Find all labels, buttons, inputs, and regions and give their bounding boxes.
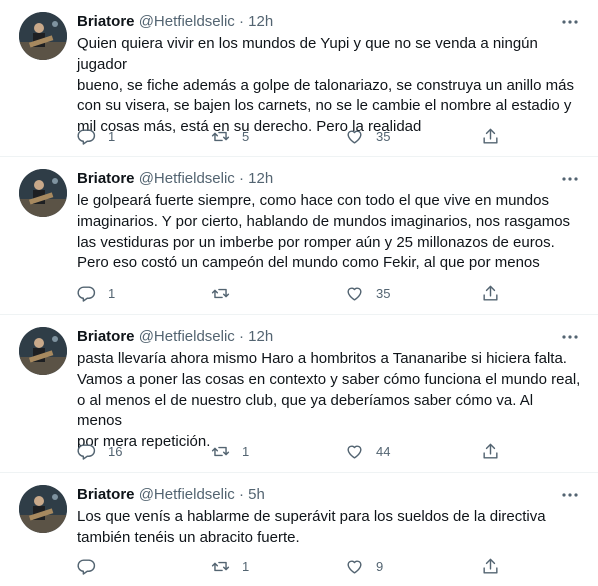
tweet[interactable]: Briatore @Hetfieldselic · 12h le golpear… xyxy=(0,157,598,315)
tweet[interactable]: Briatore @Hetfieldselic · 12h Quien quie… xyxy=(0,0,598,157)
like-button[interactable]: 35 xyxy=(345,283,390,303)
heart-icon xyxy=(347,445,362,459)
like-count: 9 xyxy=(376,558,384,574)
separator: · xyxy=(238,13,244,30)
tweet-text: Los que venís a hablarme de superávit pa… xyxy=(77,508,546,546)
share-icon xyxy=(483,443,498,459)
tweet[interactable]: Briatore @Hetfieldselic · 5h Los que ven… xyxy=(0,473,598,586)
tweet[interactable]: Briatore @Hetfieldselic · 12h pasta llev… xyxy=(0,315,598,473)
like-button[interactable]: 35 xyxy=(345,126,390,146)
share-icon xyxy=(483,285,498,301)
tweet-actions: 1 5 35 xyxy=(77,126,507,146)
timestamp[interactable]: 12h xyxy=(248,328,273,345)
separator: · xyxy=(238,170,244,187)
timestamp[interactable]: 12h xyxy=(248,170,273,187)
more-icon[interactable] xyxy=(560,169,580,189)
retweet-icon xyxy=(211,446,230,456)
author-name[interactable]: Briatore xyxy=(77,486,135,503)
author-handle[interactable]: @Hetfieldselic xyxy=(139,486,235,503)
avatar[interactable] xyxy=(19,169,67,217)
more-icon[interactable] xyxy=(560,327,580,347)
retweet-button[interactable]: 1 xyxy=(211,556,249,576)
avatar[interactable] xyxy=(19,485,67,533)
reply-count: 1 xyxy=(108,285,116,301)
retweet-count: 1 xyxy=(242,443,250,459)
retweet-icon xyxy=(211,131,230,141)
reply-icon xyxy=(77,285,96,302)
tweet-header: Briatore @Hetfieldselic · 5h xyxy=(77,485,265,505)
like-button[interactable]: 9 xyxy=(345,556,383,576)
author-handle[interactable]: @Hetfieldselic xyxy=(139,13,235,30)
author-name[interactable]: Briatore xyxy=(77,13,135,30)
avatar[interactable] xyxy=(19,327,67,375)
like-button[interactable]: 44 xyxy=(345,441,390,461)
retweet-icon xyxy=(211,561,230,571)
reply-icon xyxy=(77,128,96,145)
retweet-icon xyxy=(211,288,230,298)
share-icon xyxy=(483,558,498,574)
tweet-header: Briatore @Hetfieldselic · 12h xyxy=(77,169,273,189)
separator: · xyxy=(238,328,244,345)
share-icon xyxy=(483,128,498,144)
reply-button[interactable]: 1 xyxy=(77,283,115,303)
reply-button[interactable]: 16 xyxy=(77,441,122,461)
like-count: 35 xyxy=(376,128,391,144)
retweet-count: 5 xyxy=(242,128,250,144)
author-name[interactable]: Briatore xyxy=(77,328,135,345)
reply-button[interactable]: 1 xyxy=(77,126,115,146)
author-name[interactable]: Briatore xyxy=(77,170,135,187)
reply-icon xyxy=(77,443,96,460)
share-button[interactable] xyxy=(481,441,500,461)
heart-icon xyxy=(347,287,362,301)
heart-icon xyxy=(347,560,362,574)
tweet-actions: 16 1 44 xyxy=(77,441,507,461)
like-count: 35 xyxy=(376,285,391,301)
reply-count: 1 xyxy=(108,128,116,144)
heart-icon xyxy=(347,130,362,144)
more-icon[interactable] xyxy=(560,12,580,32)
reply-count: 16 xyxy=(108,443,123,459)
separator: · xyxy=(238,486,244,503)
retweet-button[interactable]: 5 xyxy=(211,126,249,146)
author-handle[interactable]: @Hetfieldselic xyxy=(139,170,235,187)
tweet-text: Quien quiera vivir en los mundos de Yupi… xyxy=(77,35,574,136)
more-icon[interactable] xyxy=(560,485,580,505)
retweet-button[interactable]: 1 xyxy=(211,441,249,461)
share-button[interactable] xyxy=(481,283,500,303)
tweet-actions: 1 9 xyxy=(77,556,507,576)
timestamp[interactable]: 5h xyxy=(248,486,265,503)
tweet-text: pasta llevaría ahora mismo Haro a hombri… xyxy=(77,350,581,451)
tweet-text: le golpeará fuerte siempre, como hace co… xyxy=(77,192,571,272)
tweet-header: Briatore @Hetfieldselic · 12h xyxy=(77,12,273,32)
reply-button[interactable] xyxy=(77,556,108,576)
avatar[interactable] xyxy=(19,12,67,60)
tweet-actions: 1 35 xyxy=(77,283,507,303)
retweet-count: 1 xyxy=(242,558,250,574)
tweet-header: Briatore @Hetfieldselic · 12h xyxy=(77,327,273,347)
author-handle[interactable]: @Hetfieldselic xyxy=(139,328,235,345)
timestamp[interactable]: 12h xyxy=(248,13,273,30)
share-button[interactable] xyxy=(481,126,500,146)
share-button[interactable] xyxy=(481,556,500,576)
like-count: 44 xyxy=(376,443,391,459)
retweet-button[interactable] xyxy=(211,283,242,303)
reply-icon xyxy=(77,558,96,575)
